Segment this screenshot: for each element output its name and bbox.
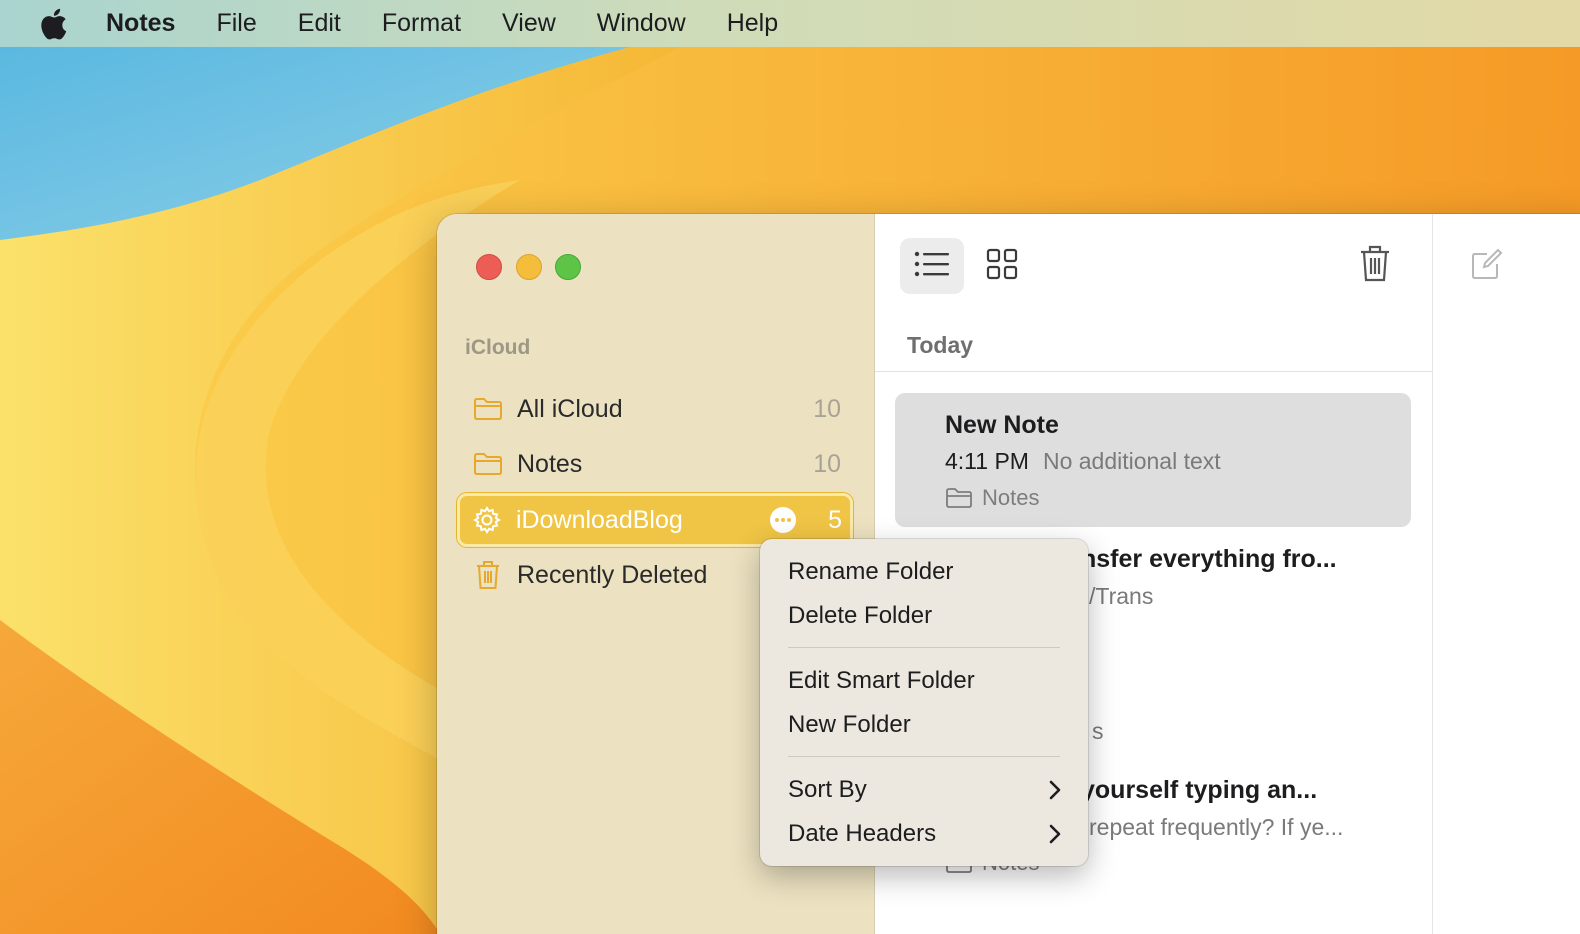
- menu-item-new-folder[interactable]: New Folder: [788, 705, 1064, 745]
- menu-bar: Notes File Edit Format View Window Help: [0, 0, 1580, 47]
- note-item-new-note[interactable]: New Note 4:11 PM No additional text Notes: [895, 393, 1411, 527]
- menu-item-label: Edit Smart Folder: [788, 667, 975, 694]
- note-time: 4:11 PM: [945, 448, 1029, 474]
- close-window-button[interactable]: [476, 254, 502, 280]
- divider: [875, 371, 1432, 372]
- sidebar-item-label: iDownloadBlog: [516, 505, 683, 534]
- grid-icon: [986, 248, 1018, 285]
- folder-icon: [945, 487, 973, 509]
- date-group-header: Today: [907, 332, 974, 358]
- list-icon: [914, 251, 950, 282]
- menu-item-edit-smart-folder[interactable]: Edit Smart Folder: [788, 661, 1064, 701]
- menu-item-label: New Folder: [788, 711, 911, 738]
- sidebar-item-notes[interactable]: Notes 10: [459, 438, 851, 490]
- sidebar-item-all-icloud[interactable]: All iCloud 10: [459, 383, 851, 435]
- folder-count: 10: [813, 449, 841, 478]
- menu-item-sort-by[interactable]: Sort By: [788, 770, 1064, 810]
- editor-pane: [1432, 214, 1580, 934]
- note-title: yourself typing an...: [1081, 776, 1318, 804]
- trash-icon: [1359, 245, 1391, 288]
- compose-note-button[interactable]: [1463, 242, 1511, 290]
- chevron-right-icon: [1048, 780, 1064, 800]
- trash-icon: [473, 561, 503, 589]
- folder-count: 5: [828, 505, 842, 534]
- zoom-window-button[interactable]: [555, 254, 581, 280]
- menu-item-label: Sort By: [788, 776, 867, 803]
- folder-count: 10: [813, 394, 841, 423]
- menu-edit[interactable]: Edit: [298, 9, 341, 38]
- menu-view[interactable]: View: [502, 9, 556, 38]
- menu-app-notes[interactable]: Notes: [106, 9, 175, 38]
- note-folder: Notes: [945, 485, 1039, 511]
- folder-context-menu: Rename Folder Delete Folder Edit Smart F…: [760, 539, 1088, 866]
- minimize-window-button[interactable]: [516, 254, 542, 280]
- note-preview: repeat frequently? If ye...: [1089, 814, 1344, 840]
- menu-item-rename-folder[interactable]: Rename Folder: [788, 552, 1064, 592]
- menu-separator: [788, 756, 1060, 757]
- note-preview: No additional text: [1042, 448, 1221, 474]
- delete-note-button[interactable]: [1345, 238, 1405, 294]
- folder-icon: [473, 451, 503, 477]
- menu-item-delete-folder[interactable]: Delete Folder: [788, 596, 1064, 636]
- menu-window[interactable]: Window: [597, 9, 686, 38]
- sidebar-item-label: All iCloud: [517, 394, 623, 423]
- list-view-button[interactable]: [900, 238, 964, 294]
- sidebar-section-header: iCloud: [465, 336, 531, 359]
- note-meta: /Trans: [1089, 583, 1153, 610]
- note-preview: /Trans: [1089, 583, 1154, 609]
- menu-file[interactable]: File: [216, 9, 256, 38]
- menu-item-label: Date Headers: [788, 820, 937, 847]
- menu-separator: [788, 647, 1060, 648]
- menu-item-label: Delete Folder: [788, 602, 933, 629]
- note-meta: repeat frequently? If ye...: [1089, 814, 1343, 841]
- menu-item-label: Rename Folder: [788, 558, 954, 585]
- menu-item-date-headers[interactable]: Date Headers: [788, 814, 1064, 854]
- note-title: New Note: [945, 411, 1059, 439]
- compose-icon: [1470, 247, 1504, 286]
- note-folder-label: Notes: [982, 485, 1040, 510]
- gallery-view-button[interactable]: [970, 238, 1034, 294]
- menu-help[interactable]: Help: [727, 9, 778, 38]
- chevron-right-icon: [1048, 824, 1064, 844]
- note-meta: 4:11 PM No additional text: [945, 448, 1221, 475]
- note-preview: s: [1092, 718, 1104, 744]
- apple-menu-icon[interactable]: [38, 7, 68, 41]
- note-meta: s: [1092, 718, 1104, 745]
- sidebar-item-label: Notes: [517, 449, 583, 478]
- gear-icon: [472, 506, 502, 534]
- more-options-icon[interactable]: [770, 507, 797, 533]
- note-title: nsfer everything fro...: [1081, 545, 1337, 573]
- folder-icon: [473, 396, 503, 422]
- menu-format[interactable]: Format: [382, 9, 461, 38]
